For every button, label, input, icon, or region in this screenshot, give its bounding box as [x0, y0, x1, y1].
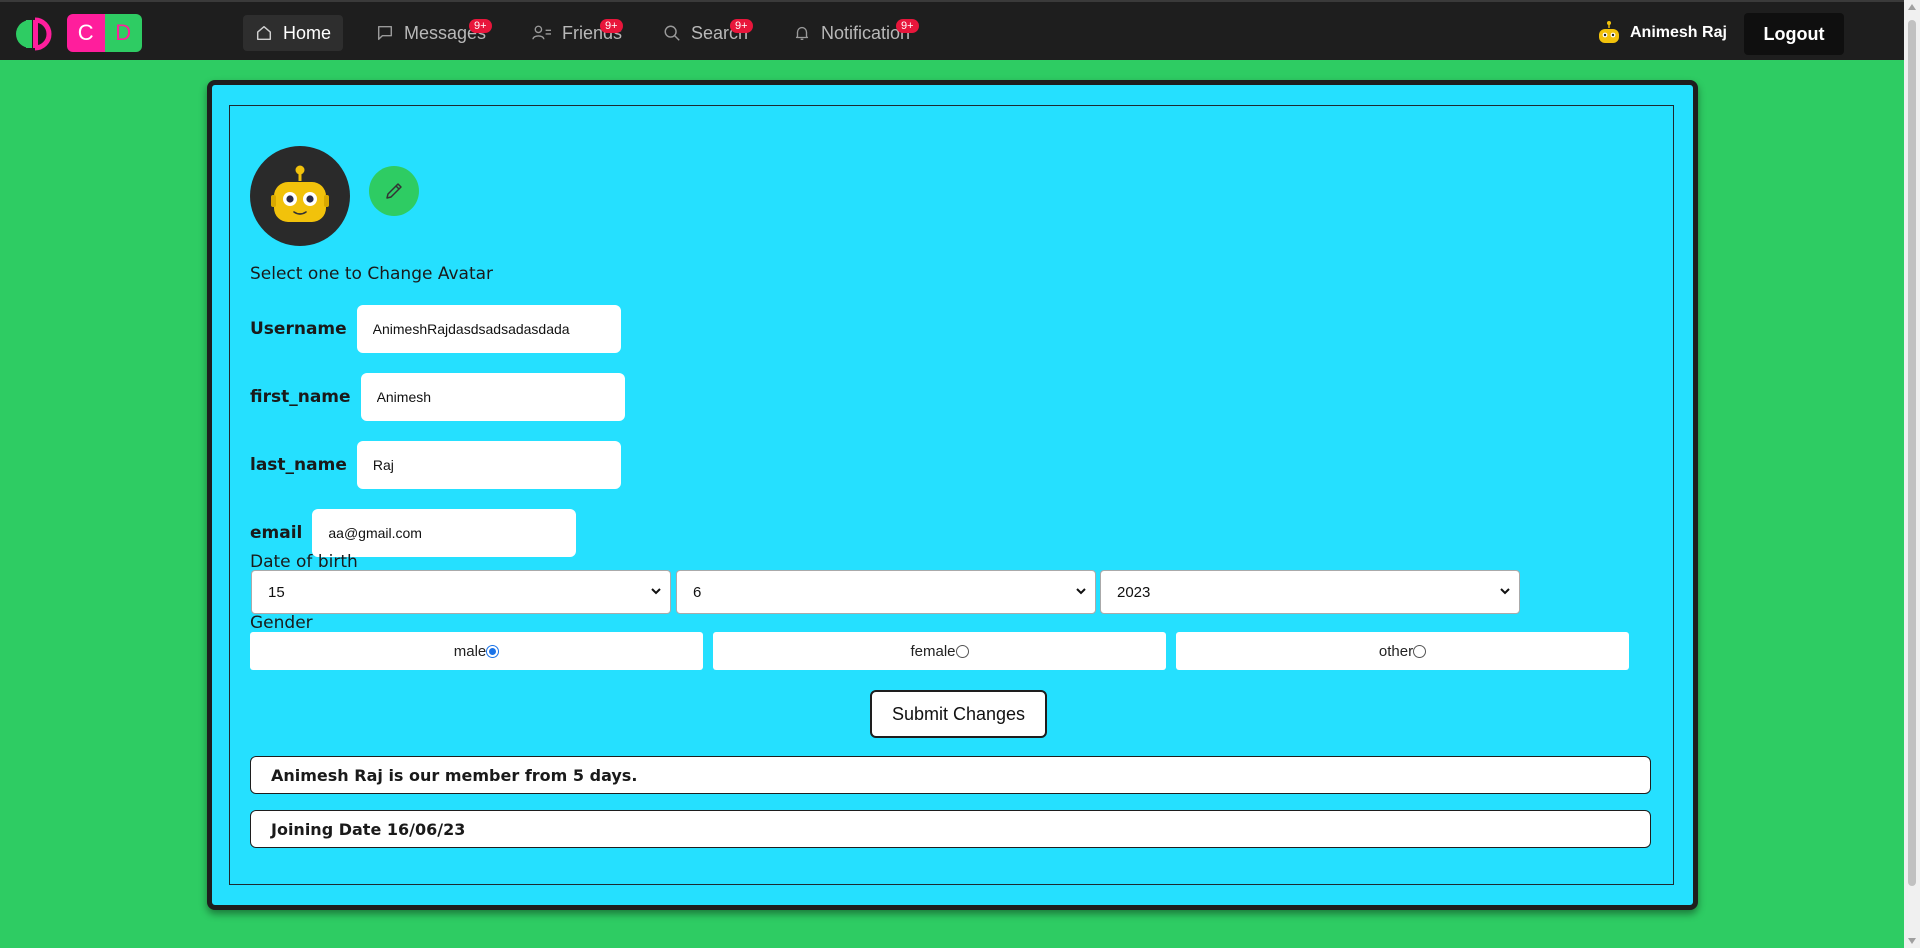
- dob-label: Date of birth: [250, 552, 358, 572]
- pencil-icon: [386, 183, 402, 199]
- gender-option-female[interactable]: female: [713, 632, 1166, 670]
- page-scrollbar[interactable]: [1904, 0, 1920, 948]
- gender-option-other[interactable]: other: [1176, 632, 1629, 670]
- profile-form: Select one to Change Avatar Username fir…: [229, 105, 1674, 885]
- gender-male-label: male: [453, 642, 487, 660]
- username-input[interactable]: [356, 305, 621, 353]
- dob-year-select[interactable]: 2023: [1100, 570, 1520, 614]
- gender-female-radio[interactable]: [955, 644, 969, 658]
- friends-icon: [532, 25, 551, 40]
- dob-month-select[interactable]: 6: [676, 570, 1096, 614]
- robot-avatar-icon: [271, 165, 329, 222]
- search-icon: [664, 25, 680, 41]
- gender-option-male[interactable]: male: [250, 632, 703, 670]
- avatar[interactable]: [250, 146, 350, 246]
- username-row: Username: [250, 305, 621, 353]
- nav-search[interactable]: Search 9+: [651, 15, 760, 51]
- robot-avatar-icon: [1599, 21, 1619, 43]
- gender-female-label: female: [910, 642, 956, 660]
- gender-label: Gender: [250, 613, 313, 633]
- message-icon: [377, 25, 393, 41]
- last-name-label: last_name: [250, 455, 347, 475]
- brand-logo-d: D: [104, 14, 142, 52]
- nav-messages[interactable]: Messages 9+: [364, 15, 498, 51]
- search-badge: 9+: [730, 19, 753, 33]
- chevron-down-icon: [651, 588, 661, 595]
- dob-day-select[interactable]: 15: [251, 570, 671, 614]
- nav-home-label: Home: [283, 22, 332, 43]
- scroll-up-arrow-icon[interactable]: [1908, 4, 1916, 10]
- chevron-down-icon: [1500, 588, 1510, 595]
- first-name-input[interactable]: [360, 373, 625, 421]
- user-menu[interactable]: Animesh Raj: [1596, 20, 1727, 46]
- scroll-thumb[interactable]: [1908, 20, 1916, 886]
- joining-date-text: Joining Date 16/06/23: [250, 810, 1651, 848]
- brand-logo[interactable]: C D: [67, 14, 142, 52]
- email-label: email: [250, 523, 303, 543]
- brand-logo-c: C: [67, 14, 105, 52]
- dob-month-value: 6: [693, 583, 702, 601]
- user-name: Animesh Raj: [1630, 24, 1727, 41]
- nav-notification[interactable]: Notification 9+: [781, 15, 922, 51]
- username-label: Username: [250, 319, 347, 339]
- gender-other-label: other: [1378, 642, 1414, 660]
- messages-badge: 9+: [469, 19, 492, 33]
- first-name-row: first_name: [250, 373, 625, 421]
- profile-card: Select one to Change Avatar Username fir…: [207, 80, 1698, 910]
- nav-friends[interactable]: Friends 9+: [520, 15, 634, 51]
- dob-year-value: 2023: [1117, 583, 1151, 601]
- notification-badge: 9+: [896, 19, 919, 33]
- avatar-hint: Select one to Change Avatar: [250, 264, 494, 284]
- first-name-label: first_name: [250, 387, 351, 407]
- scroll-down-arrow-icon[interactable]: [1908, 938, 1916, 944]
- friends-badge: 9+: [600, 19, 623, 33]
- member-duration-text: Animesh Raj is our member from 5 days.: [250, 756, 1651, 794]
- app-logo-icon[interactable]: [16, 16, 52, 52]
- nav-home[interactable]: Home: [243, 15, 344, 51]
- gender-other-radio[interactable]: [1413, 644, 1427, 658]
- last-name-row: last_name: [250, 441, 621, 489]
- chevron-down-icon: [1076, 588, 1086, 595]
- email-row: email: [250, 509, 577, 557]
- gender-male-radio[interactable]: [486, 644, 500, 658]
- home-icon: [256, 25, 272, 41]
- navbar: C D Home Messages 9+ Friends 9+ Search 9…: [0, 0, 1904, 60]
- bell-icon: [795, 26, 809, 40]
- email-input[interactable]: [312, 509, 577, 557]
- dob-day-value: 15: [268, 583, 285, 601]
- edit-avatar-button[interactable]: [369, 166, 419, 216]
- last-name-input[interactable]: [356, 441, 621, 489]
- logout-button[interactable]: Logout: [1744, 13, 1844, 55]
- submit-changes-button[interactable]: Submit Changes: [870, 690, 1047, 738]
